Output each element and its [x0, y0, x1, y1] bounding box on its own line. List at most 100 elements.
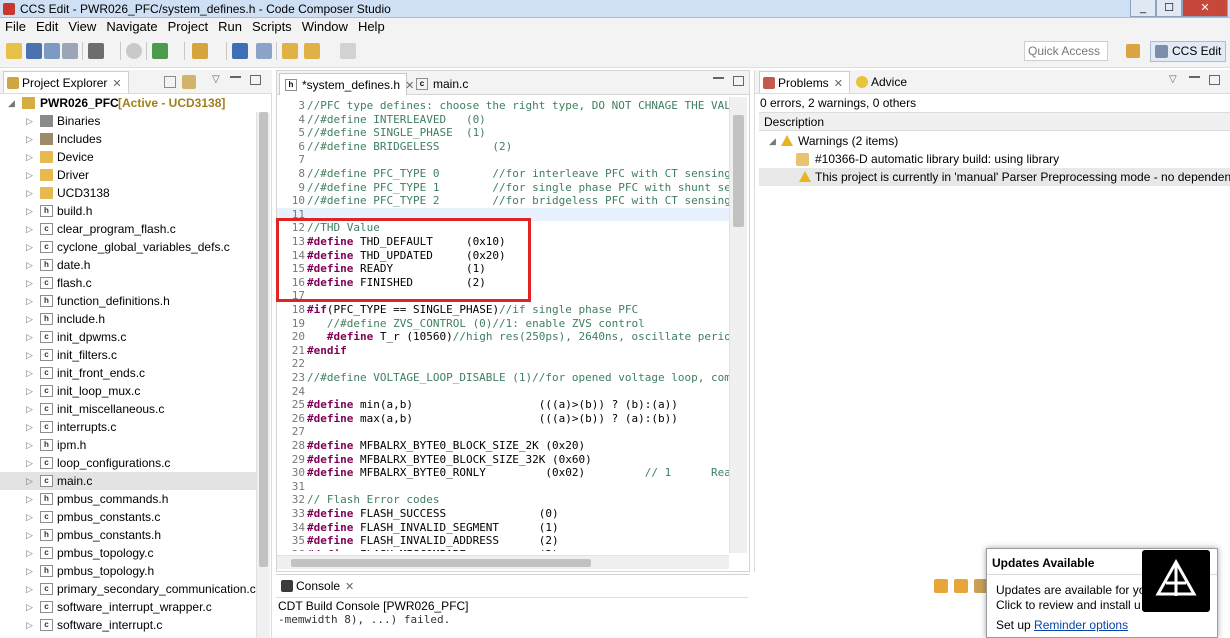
tab-system-defines-h[interactable]: h *system_defines.h ✕	[279, 73, 414, 95]
code-line[interactable]: 35 #define FLASH_INVALID_ADDRESS (2)	[277, 534, 729, 548]
save-icon[interactable]	[26, 43, 42, 59]
tree-item[interactable]: ▷ c main.c	[0, 472, 256, 490]
reminder-options-link[interactable]: Reminder options	[1034, 618, 1128, 632]
menu-navigate[interactable]: Navigate	[101, 18, 162, 36]
save-all-icon[interactable]	[44, 43, 60, 59]
code-line[interactable]: 36#define FLASH_MISCOMPARE (3)	[277, 548, 729, 551]
menu-scripts[interactable]: Scripts	[247, 18, 297, 36]
expand-triangle-icon[interactable]: ▷	[26, 418, 35, 436]
skip-breakpoints-icon[interactable]	[126, 43, 142, 59]
menu-help[interactable]: Help	[353, 18, 390, 36]
column-header-description[interactable]: Description	[759, 112, 1230, 131]
code-line[interactable]: 32// Flash Error codes	[277, 493, 729, 507]
code-line[interactable]: 31	[277, 480, 729, 494]
tree-item[interactable]: ▷ Device	[0, 148, 256, 166]
collapse-all-icon[interactable]	[164, 76, 176, 88]
view-menu-chevron-icon[interactable]: ▽	[212, 74, 220, 85]
maximize-view-icon[interactable]	[250, 75, 261, 85]
tree-item[interactable]: ▷ h pmbus_constants.h	[0, 526, 256, 544]
tree-item[interactable]: ▷ c cyclone_global_variables_defs.c	[0, 238, 256, 256]
tab-main-c[interactable]: c main.c	[411, 73, 481, 95]
close-button[interactable]: ✕	[1182, 0, 1228, 17]
code-line[interactable]: 34 #define FLASH_INVALID_SEGMENT (1)	[277, 521, 729, 535]
tree-item[interactable]: ▷ c init_dpwms.c	[0, 328, 256, 346]
expand-triangle-icon[interactable]: ▷	[26, 526, 35, 544]
code-line[interactable]: 26 #define max(a,b) (((a)>(b)) ? (a):(b))	[277, 412, 729, 426]
scroll-up-icon[interactable]	[954, 579, 968, 593]
expand-triangle-icon[interactable]: ▷	[26, 166, 35, 184]
close-icon[interactable]: ✕	[112, 78, 121, 90]
menu-window[interactable]: Window	[297, 18, 353, 36]
tree-item[interactable]: ▷ c clear_program_flash.c	[0, 220, 256, 238]
tab-advice[interactable]: Advice	[853, 71, 907, 93]
expand-triangle-icon[interactable]: ▷	[26, 616, 35, 634]
tree-item[interactable]: ▷ h pmbus_commands.h	[0, 490, 256, 508]
tab-console[interactable]: Console ✕	[278, 575, 354, 597]
tree-item[interactable]: ▷ h include.h	[0, 310, 256, 328]
code-line[interactable]: 4//#define INTERLEAVED (0)	[277, 113, 729, 127]
expand-triangle-icon[interactable]: ▷	[26, 292, 35, 310]
forward-arrow-icon[interactable]	[340, 43, 356, 59]
code-line[interactable]: 23//#define VOLTAGE_LOOP_DISABLE (1)//fo…	[277, 371, 729, 385]
code-line[interactable]: 7	[277, 153, 729, 167]
tree-item[interactable]: ▷ h date.h	[0, 256, 256, 274]
code-line[interactable]: 5//#define SINGLE_PHASE (1)	[277, 126, 729, 140]
expand-triangle-icon[interactable]: ▷	[26, 238, 35, 256]
open-perspective-icon[interactable]	[1126, 44, 1140, 58]
tree-item[interactable]: ▷ c software_interrupt.c	[0, 616, 256, 634]
code-line[interactable]: 18 #if(PFC_TYPE == SINGLE_PHASE)//if sing…	[277, 303, 729, 317]
tree-item[interactable]: ▷ h ipm.h	[0, 436, 256, 454]
back-arrow-icon[interactable]	[304, 43, 320, 59]
code-line[interactable]: 27	[277, 425, 729, 439]
tree-item[interactable]: ▷ Binaries	[0, 112, 256, 130]
expand-triangle-icon[interactable]: ▷	[26, 436, 35, 454]
tree-item[interactable]: ▷ h pmbus_topology.h	[0, 562, 256, 580]
expand-triangle-icon[interactable]: ▷	[26, 112, 35, 130]
minimize-button[interactable]: _	[1130, 0, 1156, 17]
expand-triangle-icon[interactable]: ▷	[26, 382, 35, 400]
link-with-editor-icon[interactable]	[182, 75, 196, 89]
close-icon[interactable]: ✕	[345, 581, 354, 593]
expand-triangle-icon[interactable]: ▷	[26, 148, 35, 166]
explorer-scroll-thumb[interactable]	[259, 112, 268, 567]
tree-item[interactable]: ▷ c init_miscellaneous.c	[0, 400, 256, 418]
maximize-view-icon[interactable]	[1209, 75, 1220, 85]
code-line[interactable]: 33 #define FLASH_SUCCESS (0)	[277, 507, 729, 521]
tree-item[interactable]: ▷ c flash.c	[0, 274, 256, 292]
expand-triangle-icon[interactable]: ▷	[26, 130, 35, 148]
expand-triangle-icon[interactable]: ▷	[26, 256, 35, 274]
expand-triangle-icon[interactable]: ▷	[26, 328, 35, 346]
minimize-editor-icon[interactable]	[713, 76, 724, 79]
close-icon[interactable]: ✕	[834, 78, 843, 90]
new-icon[interactable]	[6, 43, 22, 59]
expand-triangle-icon[interactable]: ▷	[26, 274, 35, 292]
code-line[interactable]: 20 #define T_r (10560)//high res(250ps),…	[277, 330, 729, 344]
flash-icon[interactable]	[192, 43, 208, 59]
tree-item[interactable]: ▷ c loop_configurations.c	[0, 454, 256, 472]
view-icon[interactable]	[256, 43, 272, 59]
tree-item[interactable]: ▷ h build.h	[0, 202, 256, 220]
expand-triangle-icon[interactable]: ▷	[26, 472, 35, 490]
explorer-scrollbar[interactable]	[256, 112, 270, 638]
menu-view[interactable]: View	[63, 18, 101, 36]
expand-triangle-icon[interactable]: ▷	[26, 598, 35, 616]
tree-item[interactable]: ▷ c software_interrupt_wrapper.c	[0, 598, 256, 616]
expand-triangle-icon[interactable]: ▷	[26, 400, 35, 418]
menu-project[interactable]: Project	[163, 18, 213, 36]
code-line[interactable]: 3//PFC type defines: choose the right ty…	[277, 99, 729, 113]
expand-triangle-icon[interactable]: ▷	[26, 310, 35, 328]
tree-item[interactable]: ▷ c primary_secondary_communication.c	[0, 580, 256, 598]
code-line[interactable]: 28 #define MFBALRX_BYTE0_BLOCK_SIZE_2K (0…	[277, 439, 729, 453]
code-line[interactable]: 22	[277, 357, 729, 371]
code-line[interactable]: 10//#define PFC_TYPE 2 //for bridgeless …	[277, 194, 729, 208]
tab-project-explorer[interactable]: Project Explorer ✕	[3, 71, 129, 93]
editor-hscroll-thumb[interactable]	[291, 559, 591, 567]
tree-item[interactable]: ▷ c init_filters.c	[0, 346, 256, 364]
editor-vertical-scrollbar[interactable]	[729, 97, 747, 553]
expand-triangle-icon[interactable]: ▷	[26, 454, 35, 472]
warning-row[interactable]: This project is currently in 'manual' Pa…	[759, 168, 1230, 186]
code-line[interactable]: 29 #define MFBALRX_BYTE0_BLOCK_SIZE_32K (…	[277, 453, 729, 467]
tree-item[interactable]: ▷ c init_loop_mux.c	[0, 382, 256, 400]
tree-item[interactable]: ▷ UCD3138	[0, 184, 256, 202]
menu-run[interactable]: Run	[213, 18, 247, 36]
